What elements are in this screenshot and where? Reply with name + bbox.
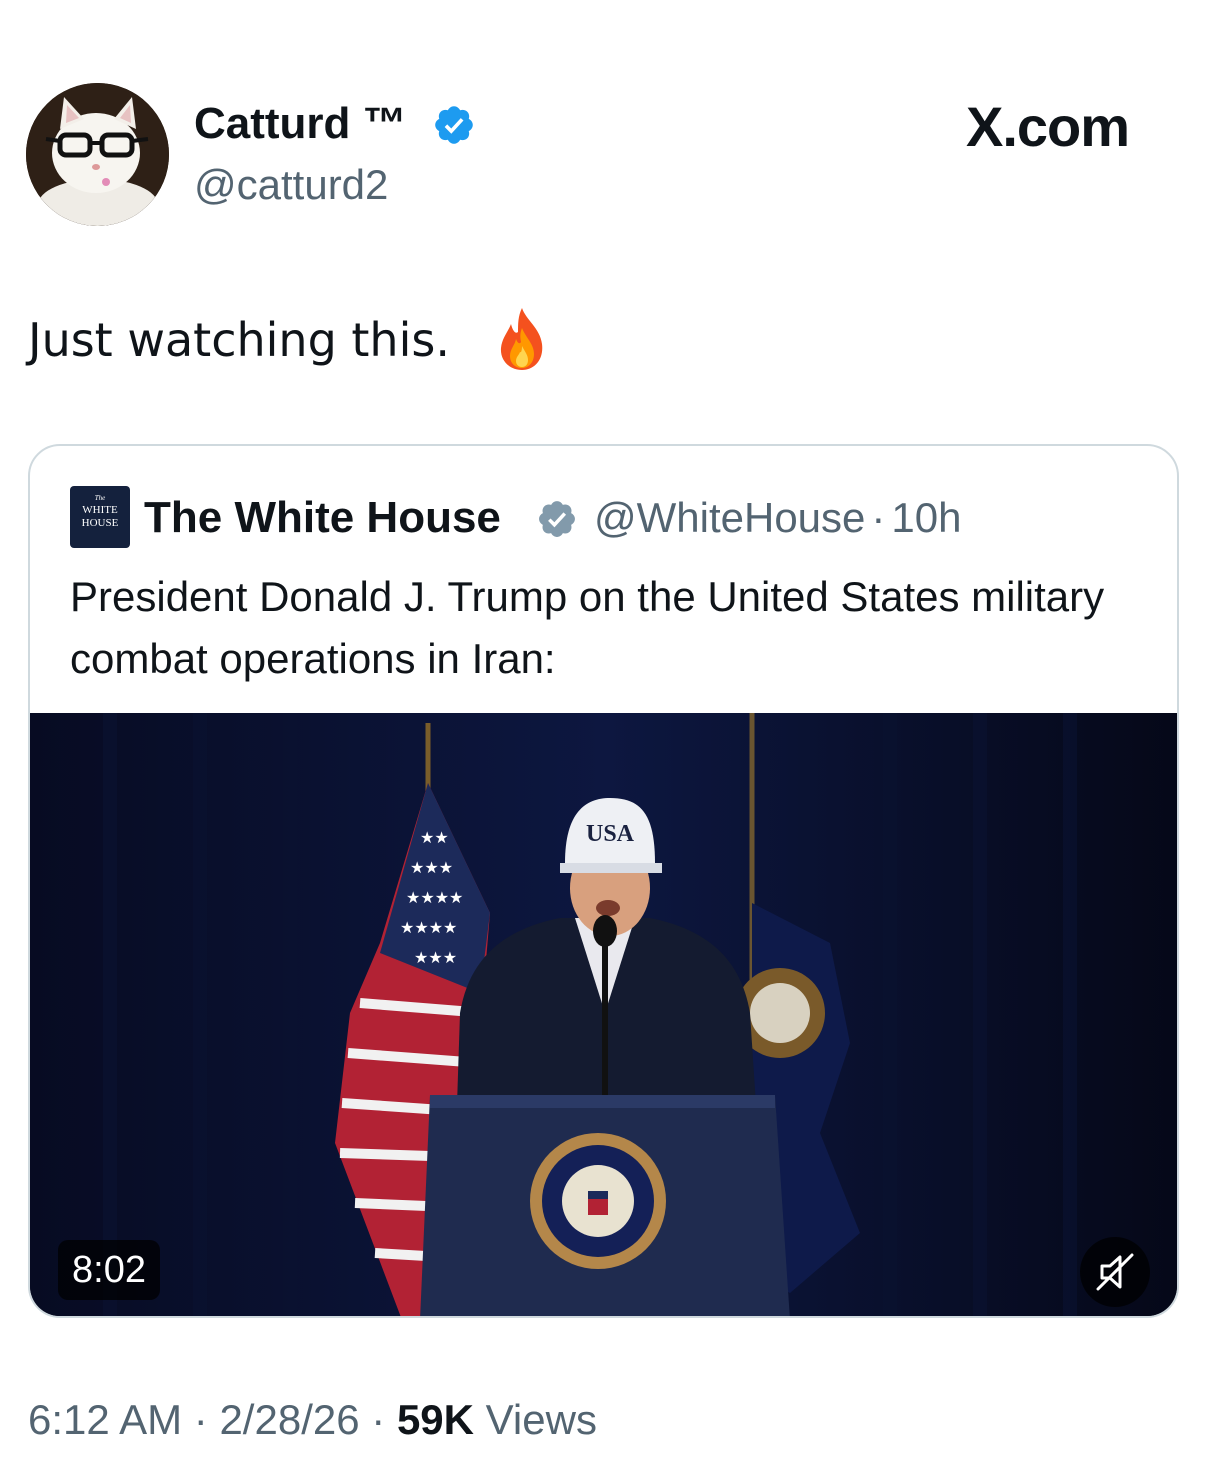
video-player[interactable]: ★★ ★★★ ★★★★ ★★★★ ★★★ USA 8:02 (30, 713, 1177, 1316)
views-count: 59K (396, 1396, 474, 1443)
meta-separator: · (871, 494, 886, 541)
quoted-text: President Donald J. Trump on the United … (70, 573, 1105, 682)
quoted-post-card[interactable]: The WHITE HOUSE The White House @WhiteHo… (28, 444, 1179, 1318)
svg-text:★★★★: ★★★★ (406, 888, 463, 907)
video-duration: 8:02 (58, 1240, 160, 1300)
verified-gray-badge-icon (539, 501, 575, 537)
views-label: Views (485, 1396, 597, 1443)
author-avatar[interactable] (26, 83, 169, 226)
svg-text:★★★★: ★★★★ (400, 918, 457, 937)
avatar-line-house: HOUSE (81, 517, 119, 529)
quoted-time[interactable]: 10h (891, 494, 961, 541)
fire-icon (500, 308, 543, 370)
verified-badge-icon (435, 106, 473, 144)
hat-text: USA (586, 821, 635, 847)
svg-text:★★★: ★★★ (410, 858, 453, 877)
muted-speaker-icon (1096, 1253, 1134, 1291)
svg-text:★★★: ★★★ (414, 948, 457, 967)
quoted-handle[interactable]: @WhiteHouse (594, 494, 865, 541)
quoted-meta: @WhiteHouse · 10h (594, 492, 961, 544)
author-name[interactable]: Catturd ™ (194, 98, 407, 150)
post-time[interactable]: 6:12 AM (28, 1396, 182, 1443)
avatar-line-the: The (94, 494, 106, 502)
post-date[interactable]: 2/28/26 (219, 1396, 359, 1443)
footer-separator-1: · (193, 1396, 208, 1443)
post-text: Just watching this. (28, 313, 450, 367)
mute-toggle-button[interactable] (1080, 1237, 1150, 1307)
quoted-author-name[interactable]: The White House (144, 492, 501, 544)
white-house-avatar[interactable]: The WHITE HOUSE (70, 486, 130, 548)
post-timestamp-row: 6:12 AM · 2/28/26 · 59K Views (28, 1394, 597, 1446)
author-handle[interactable]: @catturd2 (194, 160, 388, 210)
video-frame: ★★★★★★★★★ ★★★★★★★ USA (30, 713, 1177, 1316)
avatar-line-white: WHITE (82, 504, 118, 516)
svg-text:★★: ★★ (420, 828, 449, 847)
footer-separator-2: · (371, 1396, 386, 1443)
x-com-brand: X.com (966, 95, 1130, 158)
cat-avatar-image (26, 83, 169, 226)
